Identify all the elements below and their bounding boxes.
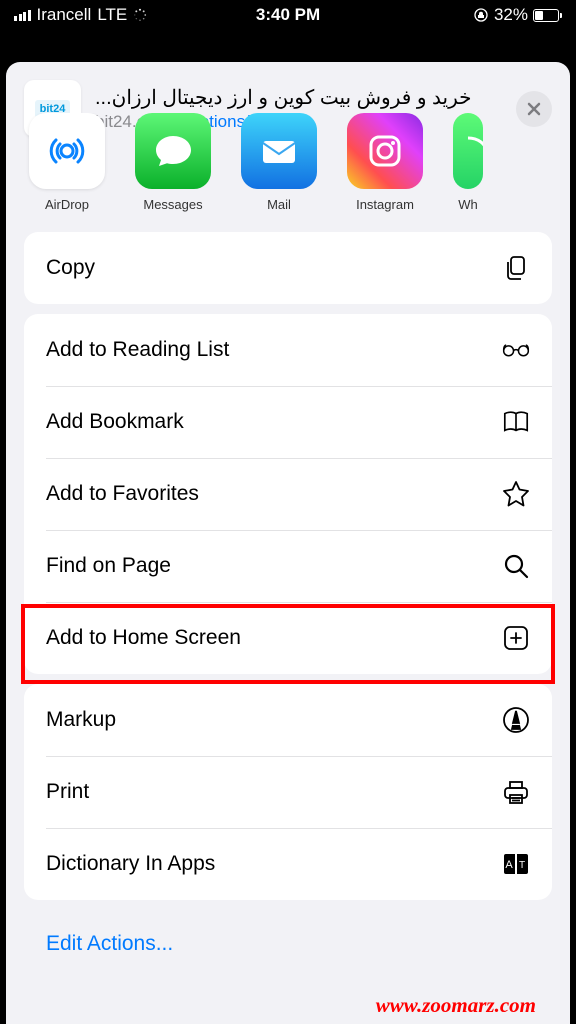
app-label: Mail — [267, 197, 291, 212]
printer-icon — [502, 778, 530, 806]
battery-pct: 32% — [494, 5, 528, 25]
orientation-lock-icon — [473, 7, 489, 23]
markup-action[interactable]: Markup — [24, 684, 552, 756]
plus-square-icon — [502, 624, 530, 652]
page-title: خرید و فروش بیت کوین و ارز دیجیتال ارزان… — [95, 85, 502, 110]
app-label: Messages — [143, 197, 202, 212]
airdrop-icon — [29, 113, 105, 189]
copy-action[interactable]: Copy — [24, 232, 552, 304]
action-group-1: Copy — [24, 232, 552, 304]
action-group-3: Markup Print Dictionary In Apps AT — [24, 684, 552, 900]
share-sheet: bit24 خرید و فروش بیت کوین و ارز دیجیتال… — [6, 62, 570, 1024]
favorites-action[interactable]: Add to Favorites — [24, 458, 552, 530]
app-label: Instagram — [356, 197, 414, 212]
book-icon — [502, 408, 530, 436]
carrier-label: Irancell — [37, 5, 92, 25]
app-instagram[interactable]: Instagram — [342, 113, 428, 212]
glasses-icon — [502, 336, 530, 364]
svg-text:A: A — [505, 859, 513, 871]
clock: 3:40 PM — [256, 5, 320, 25]
app-label: Wh — [458, 197, 478, 212]
app-whatsapp[interactable]: Wh — [448, 113, 488, 212]
status-left: Irancell LTE — [14, 5, 147, 25]
app-airdrop[interactable]: AirDrop — [24, 113, 110, 212]
print-action[interactable]: Print — [24, 756, 552, 828]
instagram-icon — [347, 113, 423, 189]
app-mail[interactable]: Mail — [236, 113, 322, 212]
dictionary-icon: AT — [502, 850, 530, 878]
loading-icon — [133, 8, 147, 22]
action-group-2: Add to Reading List Add Bookmark Add to … — [24, 314, 552, 674]
svg-text:T: T — [519, 860, 525, 871]
dictionary-action[interactable]: Dictionary In Apps AT — [24, 828, 552, 900]
app-messages[interactable]: Messages — [130, 113, 216, 212]
status-bar: Irancell LTE 3:40 PM 32% — [0, 0, 576, 30]
search-icon — [502, 552, 530, 580]
battery-icon — [533, 9, 562, 22]
close-button[interactable] — [516, 91, 552, 127]
app-label: AirDrop — [45, 197, 89, 212]
cellular-signal-icon — [14, 10, 31, 21]
star-icon — [502, 480, 530, 508]
app-share-row: AirDrop Messages Mail Instagram Wh — [6, 113, 570, 222]
status-right: 32% — [473, 5, 562, 25]
markup-icon — [502, 706, 530, 734]
watermark: www.zoomarz.com — [376, 993, 536, 1018]
whatsapp-icon — [453, 113, 483, 189]
network-label: LTE — [97, 5, 127, 25]
reading-list-action[interactable]: Add to Reading List — [24, 314, 552, 386]
bookmark-action[interactable]: Add Bookmark — [24, 386, 552, 458]
messages-icon — [135, 113, 211, 189]
find-on-page-action[interactable]: Find on Page — [24, 530, 552, 602]
add-to-home-screen-action[interactable]: Add to Home Screen — [24, 602, 552, 674]
edit-actions-link[interactable]: Edit Actions... — [6, 910, 570, 956]
close-icon — [526, 101, 542, 117]
copy-icon — [502, 254, 530, 282]
mail-icon — [241, 113, 317, 189]
